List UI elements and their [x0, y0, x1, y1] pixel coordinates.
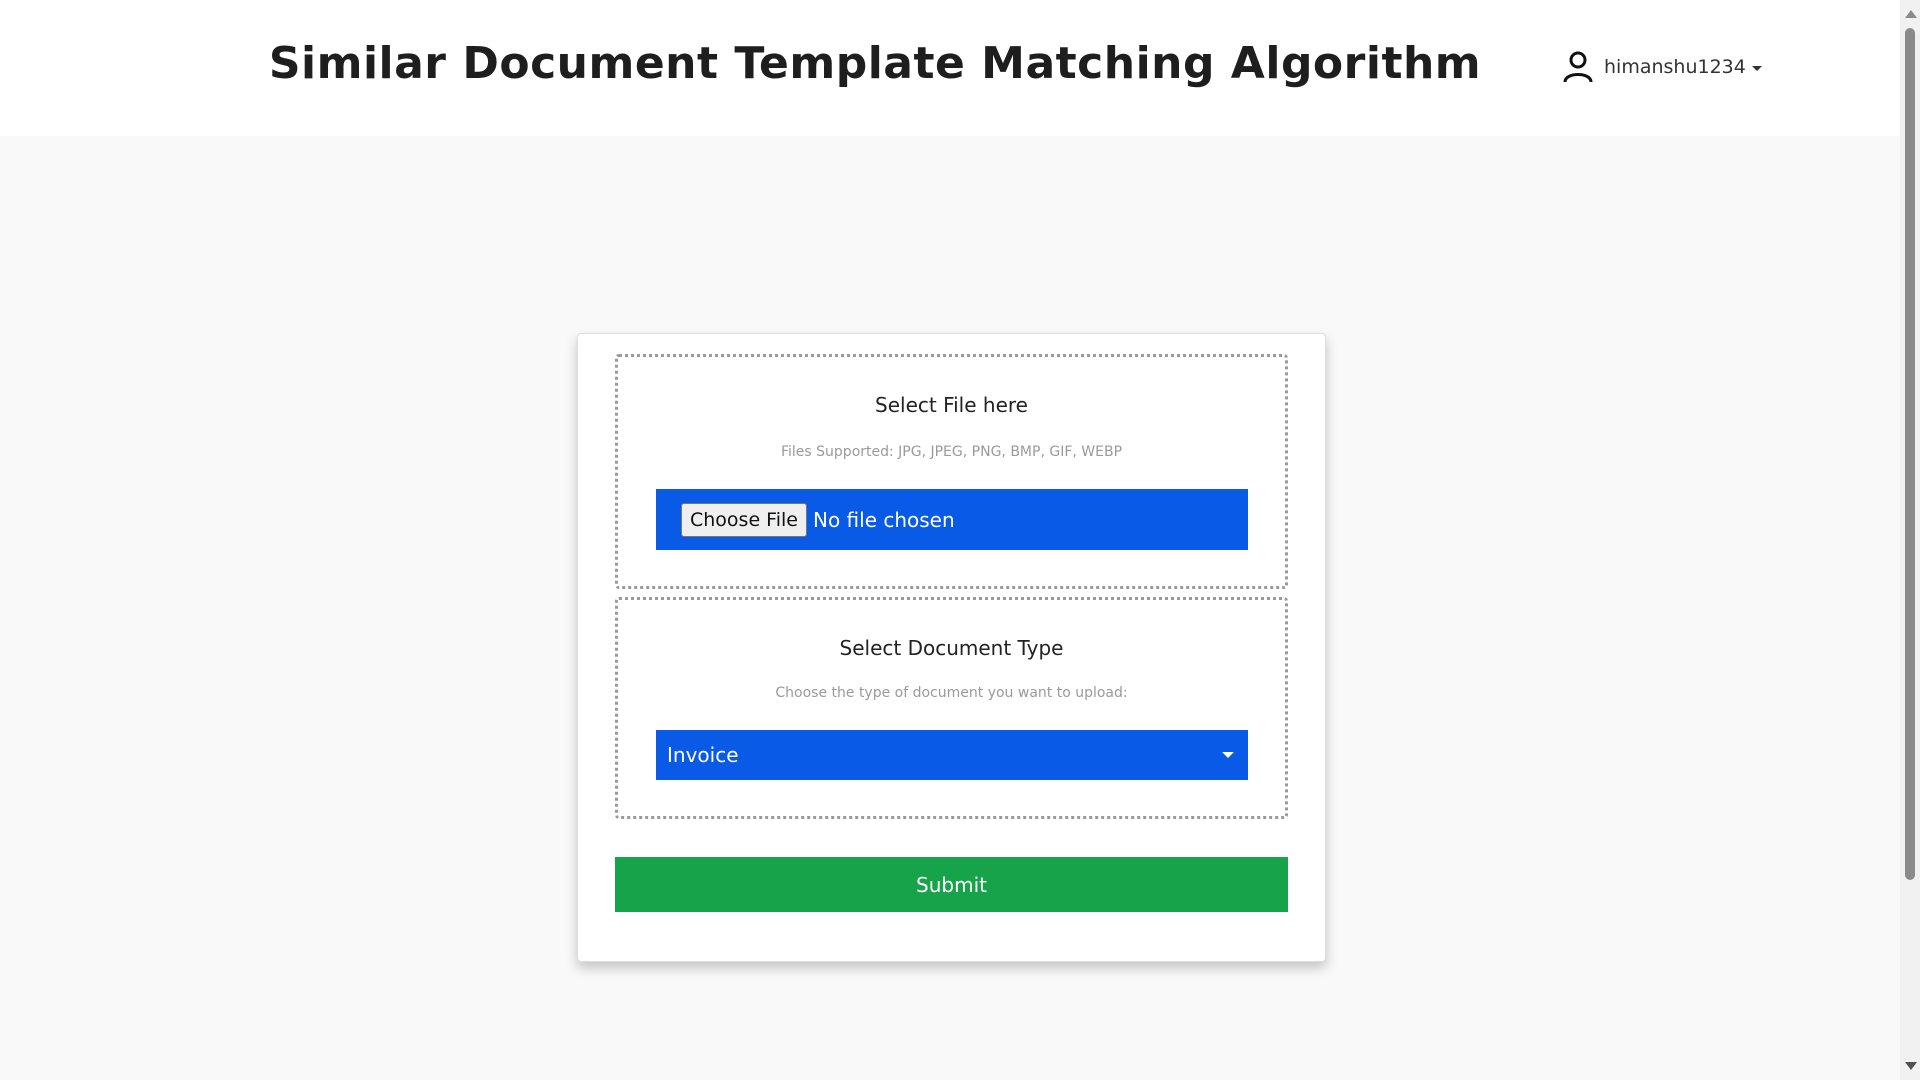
- page-title: Similar Document Template Matching Algor…: [268, 38, 1482, 89]
- username-label: himanshu1234: [1604, 56, 1746, 78]
- file-input[interactable]: Choose File No file chosen: [656, 489, 1248, 550]
- document-type-section: Select Document Type Choose the type of …: [615, 597, 1288, 819]
- vertical-scrollbar[interactable]: [1900, 0, 1920, 1080]
- file-section-title: Select File here: [875, 393, 1028, 417]
- file-status-text: No file chosen: [812, 507, 955, 532]
- file-section-hint: Files Supported: JPG, JPEG, PNG, BMP, GI…: [780, 444, 1123, 460]
- chevron-down-icon: [1222, 752, 1234, 758]
- scrollbar-thumb[interactable]: [1905, 28, 1915, 880]
- scroll-up-arrow-icon[interactable]: [1905, 10, 1917, 18]
- document-type-selected-value: Invoice: [667, 743, 739, 767]
- doctype-section-hint: Choose the type of document you want to …: [775, 685, 1128, 701]
- doctype-section-title: Select Document Type: [839, 636, 1064, 660]
- user-icon: [1562, 50, 1594, 84]
- upload-card: Select File here Files Supported: JPG, J…: [577, 333, 1326, 962]
- choose-file-button[interactable]: Choose File: [681, 502, 807, 537]
- scroll-down-arrow-icon[interactable]: [1905, 1062, 1917, 1070]
- file-select-section: Select File here Files Supported: JPG, J…: [615, 354, 1288, 589]
- user-menu-dropdown[interactable]: himanshu1234: [1562, 50, 1762, 84]
- chevron-down-icon: [1751, 65, 1762, 71]
- document-type-select[interactable]: Invoice: [656, 730, 1248, 780]
- top-header: Similar Document Template Matching Algor…: [0, 0, 1900, 136]
- submit-button[interactable]: Submit: [615, 857, 1288, 912]
